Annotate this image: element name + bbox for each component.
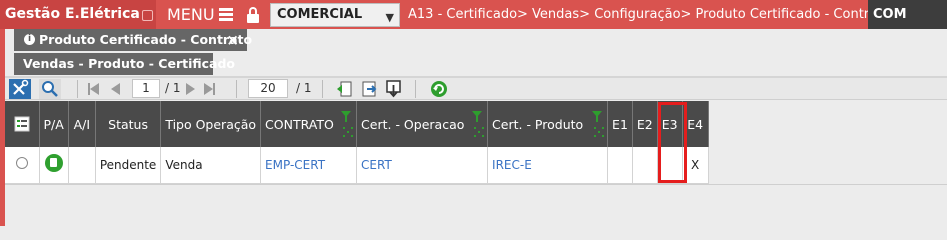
sector-select[interactable]: COMERCIAL ▼ [270,3,400,27]
col-status[interactable]: Status [95,101,162,147]
menu-icon[interactable] [219,8,233,21]
tab-produto-certificado-contrato[interactable]: i Produto Certificado - Contrato × [14,29,252,51]
info-icon: i [24,34,35,45]
e4-column-highlight [658,102,687,183]
company-tag: COM [868,0,947,29]
toolbar: 1 / 1 20 / 1 [5,78,947,100]
sort-icon[interactable] [343,127,354,137]
search-icon[interactable] [39,79,61,99]
page-size-input[interactable]: 20 [248,79,288,98]
cell-cert-operacao[interactable]: CERT [356,147,489,184]
cell-ai [68,147,96,184]
last-page-icon[interactable] [204,79,224,99]
app-title-text: Gestão E.Elétrica [5,6,140,22]
download-icon[interactable] [384,79,404,99]
close-icon[interactable]: × [226,29,239,51]
cell-status: Pendente [95,147,162,184]
col-e2[interactable]: E2 [632,101,658,147]
cell-cert-produto[interactable]: IREC-E [487,147,609,184]
subtab-vendas-produto-certificado[interactable]: Vendas - Produto - Certificado [14,53,235,75]
cell-e2 [632,147,658,184]
col-cert-produto-label: Cert. - Produto [492,116,584,132]
col-cert-operacao[interactable]: Cert. - Operacao [356,101,489,147]
tab-label: Produto Certificado - Contrato [39,32,253,47]
toolbar-separator [322,80,323,98]
prev-page-icon[interactable] [111,79,125,99]
col-e1[interactable]: E1 [607,101,633,147]
col-cert-operacao-label: Cert. - Operacao [361,116,465,132]
page-size-total: / 1 [296,81,312,95]
col-cert-produto[interactable]: Cert. - Produto [487,101,609,147]
cell-contrato[interactable]: EMP-CERT [260,147,358,184]
toolbar-separator [236,80,237,98]
export-icon[interactable] [359,79,379,99]
row-select-radio[interactable] [5,147,40,184]
sort-icon[interactable] [474,127,485,137]
grid-bottom-border [5,184,947,185]
col-tipo-operacao[interactable]: Tipo Operação [160,101,262,147]
app-title[interactable]: Gestão E.Elétrica [0,0,156,29]
filter-icon[interactable] [472,111,483,122]
top-header: Gestão E.Elétrica MENU COMERCIAL ▼ A13 - … [0,0,947,29]
col-contrato-label: CONTRATO [265,116,334,132]
data-grid: P/A A/I Status Tipo Operação CONTRATO Ce… [5,101,709,184]
cell-tipo-operacao: Venda [160,147,262,184]
table-row[interactable]: Pendente Venda EMP-CERT CERT IREC-E X [5,147,709,184]
sector-value: COMERCIAL [277,7,363,22]
cell-e1 [607,147,633,184]
filter-icon[interactable] [341,111,352,122]
breadcrumb[interactable]: A13 - Certificado> Vendas> Configuração>… [408,0,901,29]
page-number-input[interactable]: 1 [132,79,160,98]
chevron-down-icon[interactable]: ▼ [386,7,394,29]
lock-icon[interactable] [246,7,260,23]
tools-icon[interactable] [9,79,31,99]
next-page-icon[interactable] [186,79,200,99]
col-contrato[interactable]: CONTRATO [260,101,358,147]
sort-icon[interactable] [594,127,605,137]
toolbar-separator [415,80,416,98]
first-page-icon[interactable] [88,79,108,99]
window-icon[interactable] [142,10,153,21]
toolbar-separator [77,80,78,98]
col-ai[interactable]: A/I [68,101,96,147]
list-select-icon[interactable] [5,101,40,147]
col-pa[interactable]: P/A [39,101,69,147]
reload-icon[interactable] [429,79,449,99]
refresh-icon[interactable] [334,79,354,99]
status-icon[interactable] [39,147,69,184]
filter-icon[interactable] [592,111,603,122]
page-total: / 1 [165,81,181,95]
menu-label: MENU [167,5,215,24]
grid-header-row: P/A A/I Status Tipo Operação CONTRATO Ce… [5,101,709,147]
